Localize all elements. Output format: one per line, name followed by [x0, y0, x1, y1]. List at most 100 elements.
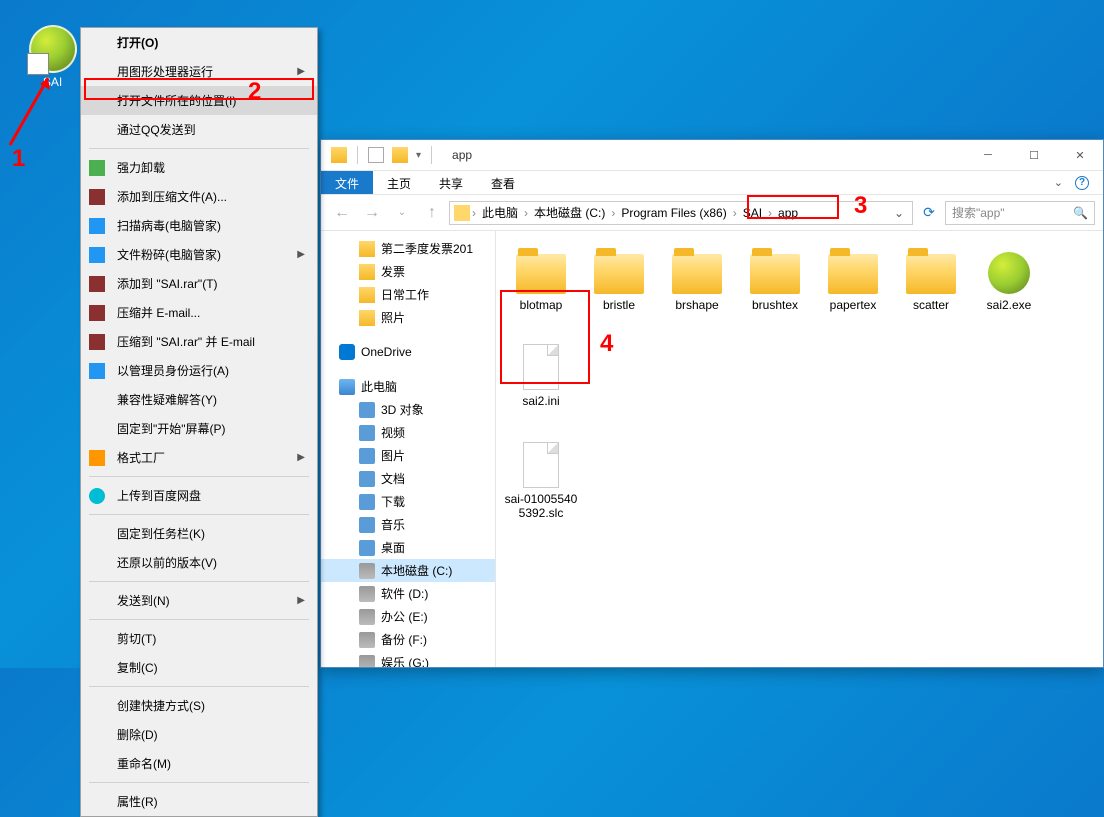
- drive-icon: [359, 655, 375, 668]
- bc-app[interactable]: app: [774, 206, 802, 220]
- file-icon: [523, 344, 559, 390]
- titlebar[interactable]: ▾ app ─ ☐ ✕: [321, 140, 1103, 171]
- folder-icon: [359, 310, 375, 326]
- file-brushtex[interactable]: brushtex: [738, 246, 812, 336]
- tab-view[interactable]: 查看: [477, 171, 529, 194]
- file-sai2ini[interactable]: sai2.ini: [504, 340, 578, 430]
- menu-scan-virus[interactable]: 扫描病毒(电脑管家): [81, 211, 317, 240]
- annotation-arrow-1: [0, 70, 60, 150]
- tab-file[interactable]: 文件: [321, 171, 373, 194]
- video-icon: [359, 425, 375, 441]
- maximize-button[interactable]: ☐: [1011, 140, 1057, 170]
- menu-pin-taskbar[interactable]: 固定到任务栏(K): [81, 519, 317, 548]
- menu-rename[interactable]: 重命名(M): [81, 749, 317, 778]
- file-bristle[interactable]: bristle: [582, 246, 656, 336]
- nav-software-d[interactable]: 软件 (D:): [321, 582, 495, 605]
- onedrive-icon: [339, 344, 355, 360]
- menu-open-location[interactable]: 打开文件所在的位置(I): [81, 86, 317, 115]
- file-papertex[interactable]: papertex: [816, 246, 890, 336]
- annotation-number-1: 1: [12, 145, 25, 173]
- menu-format-factory[interactable]: 格式工厂▶: [81, 443, 317, 472]
- nav-q2-invoice[interactable]: 第二季度发票201: [321, 237, 495, 260]
- nav-videos[interactable]: 视频: [321, 421, 495, 444]
- search-input[interactable]: 搜索"app" 🔍: [945, 201, 1095, 225]
- file-icon: [523, 442, 559, 488]
- history-dropdown[interactable]: ⌄: [389, 200, 415, 226]
- menu-restore-prev[interactable]: 还原以前的版本(V): [81, 548, 317, 577]
- tab-share[interactable]: 共享: [425, 171, 477, 194]
- search-icon[interactable]: 🔍: [1073, 206, 1088, 220]
- menu-upload-baidu[interactable]: 上传到百度网盘: [81, 481, 317, 510]
- help-icon[interactable]: ?: [1075, 176, 1089, 190]
- nav-3d-objects[interactable]: 3D 对象: [321, 398, 495, 421]
- picture-icon: [359, 448, 375, 464]
- nav-daily-work[interactable]: 日常工作: [321, 283, 495, 306]
- menu-force-uninstall[interactable]: 强力卸载: [81, 153, 317, 182]
- file-blotmap[interactable]: blotmap: [504, 246, 578, 336]
- menu-delete[interactable]: 删除(D): [81, 720, 317, 749]
- menu-add-archive[interactable]: 添加到压缩文件(A)...: [81, 182, 317, 211]
- folder-icon: [454, 205, 470, 221]
- back-button[interactable]: ←: [329, 200, 355, 226]
- menu-compat[interactable]: 兼容性疑难解答(Y): [81, 385, 317, 414]
- menu-open[interactable]: 打开(O): [81, 28, 317, 57]
- nav-downloads[interactable]: 下载: [321, 490, 495, 513]
- folder-icon: [672, 254, 722, 294]
- menu-send-to[interactable]: 发送到(N)▶: [81, 586, 317, 615]
- menu-qq-send[interactable]: 通过QQ发送到: [81, 115, 317, 144]
- nav-localc[interactable]: 本地磁盘 (C:): [321, 559, 495, 582]
- search-placeholder: 搜索"app": [952, 204, 1005, 221]
- content-pane[interactable]: blotmap bristle brshape brushtex paperte…: [496, 231, 1103, 667]
- breadcrumb[interactable]: › 此电脑› 本地磁盘 (C:)› Program Files (x86)› S…: [449, 201, 913, 225]
- nav-music[interactable]: 音乐: [321, 513, 495, 536]
- menu-run-admin[interactable]: 以管理员身份运行(A): [81, 356, 317, 385]
- chevron-right-icon: ▶: [297, 452, 305, 463]
- nav-pictures[interactable]: 图片: [321, 444, 495, 467]
- file-slc[interactable]: sai-010055405392.slc: [504, 438, 578, 528]
- forward-button: →: [359, 200, 385, 226]
- nav-photos[interactable]: 照片: [321, 306, 495, 329]
- bc-localdisk[interactable]: 本地磁盘 (C:): [530, 204, 609, 221]
- up-button[interactable]: ↑: [419, 200, 445, 226]
- nav-invoice[interactable]: 发票: [321, 260, 495, 283]
- bc-programfiles[interactable]: Program Files (x86): [617, 206, 730, 220]
- minimize-button[interactable]: ─: [965, 140, 1011, 170]
- menu-add-sai-rar[interactable]: 添加到 "SAI.rar"(T): [81, 269, 317, 298]
- file-scatter[interactable]: scatter: [894, 246, 968, 336]
- menu-properties[interactable]: 属性(R): [81, 787, 317, 816]
- nav-ent-g[interactable]: 娱乐 (G:): [321, 651, 495, 667]
- chevron-right-icon: ▶: [297, 66, 305, 77]
- expand-ribbon-icon[interactable]: ⌄: [1054, 176, 1063, 189]
- file-brshape[interactable]: brshape: [660, 246, 734, 336]
- close-button[interactable]: ✕: [1057, 140, 1103, 170]
- file-sai2exe[interactable]: sai2.exe: [972, 246, 1046, 336]
- refresh-button[interactable]: ⟳: [917, 201, 941, 225]
- menu-compress-sai-email[interactable]: 压缩到 "SAI.rar" 并 E-mail: [81, 327, 317, 356]
- menu-cut[interactable]: 剪切(T): [81, 624, 317, 653]
- nav-row: ← → ⌄ ↑ › 此电脑› 本地磁盘 (C:)› Program Files …: [321, 195, 1103, 231]
- nav-documents[interactable]: 文档: [321, 467, 495, 490]
- properties-icon[interactable]: [368, 147, 384, 163]
- menu-pin-start[interactable]: 固定到"开始"屏幕(P): [81, 414, 317, 443]
- menu-compress-email[interactable]: 压缩并 E-mail...: [81, 298, 317, 327]
- tab-home[interactable]: 主页: [373, 171, 425, 194]
- navigation-pane[interactable]: 第二季度发票201 发票 日常工作 照片 OneDrive 此电脑 3D 对象 …: [321, 231, 496, 667]
- bc-thispc[interactable]: 此电脑: [478, 204, 522, 221]
- nav-office-e[interactable]: 办公 (E:): [321, 605, 495, 628]
- menu-file-shred[interactable]: 文件粉碎(电脑管家)▶: [81, 240, 317, 269]
- archive-icon: [89, 189, 105, 205]
- bc-sai[interactable]: SAI: [739, 206, 766, 220]
- nav-desktop[interactable]: 桌面: [321, 536, 495, 559]
- nav-onedrive[interactable]: OneDrive: [321, 341, 495, 363]
- annotation-number-4: 4: [600, 330, 613, 358]
- archive-icon: [89, 334, 105, 350]
- sai-lime-icon: [29, 25, 77, 73]
- drive-icon: [359, 563, 375, 579]
- menu-create-shortcut[interactable]: 创建快捷方式(S): [81, 691, 317, 720]
- nav-thispc[interactable]: 此电脑: [321, 375, 495, 398]
- nav-backup-f[interactable]: 备份 (F:): [321, 628, 495, 651]
- folder-icon: [828, 254, 878, 294]
- breadcrumb-dropdown[interactable]: ⌄: [886, 206, 912, 220]
- folder-icon: [359, 241, 375, 257]
- menu-gpu-run[interactable]: 用图形处理器运行▶: [81, 57, 317, 86]
